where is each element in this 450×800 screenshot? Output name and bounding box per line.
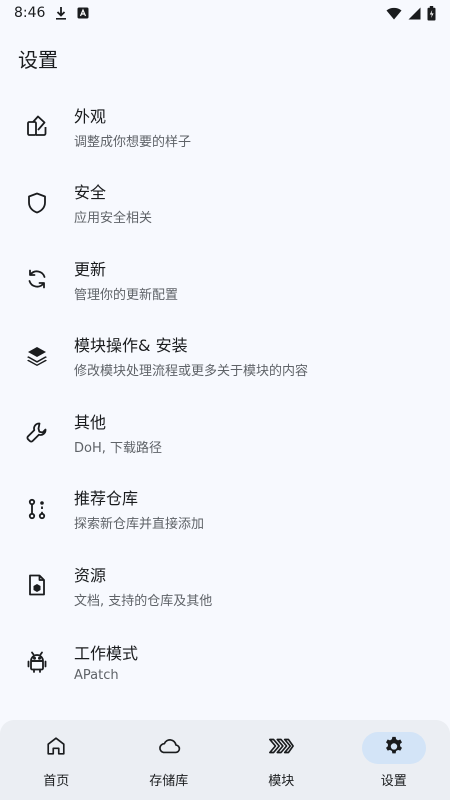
android-icon: [24, 649, 50, 675]
shield-icon: [24, 190, 50, 216]
download-icon: [55, 6, 67, 20]
setting-title: 推荐仓库: [74, 489, 139, 509]
setting-item-other[interactable]: 其他 DoH, 下载路径: [0, 394, 450, 471]
battery-icon: [427, 5, 436, 21]
setting-item-work-mode[interactable]: 工作模式 APatch: [0, 624, 450, 701]
wrench-icon: [24, 419, 50, 445]
setting-subtitle: APatch: [74, 668, 119, 684]
setting-title: 模块操作& 安装: [74, 336, 188, 356]
setting-item-updates[interactable]: 更新 管理你的更新配置: [0, 241, 450, 318]
modules-icon: [268, 735, 295, 761]
setting-item-recommended-repos[interactable]: 推荐仓库 探索新仓库并直接添加: [0, 471, 450, 548]
nav-label: 模块: [268, 774, 295, 789]
nav-item-home[interactable]: 首页: [6, 720, 106, 789]
setting-title: 其他: [74, 412, 107, 432]
setting-item-resources[interactable]: 资源 文档, 支持的仓库及其他: [0, 547, 450, 624]
bottom-navigation: 首页 存储库 模块 设置: [0, 720, 450, 800]
nav-icon-container: [137, 732, 201, 764]
setting-title: 工作模式: [74, 644, 139, 664]
document-icon: [24, 572, 50, 598]
page-title: 设置: [18, 48, 58, 72]
gear-icon: [383, 735, 405, 761]
notification-a-icon: [77, 7, 89, 19]
appearance-icon: [24, 113, 50, 139]
cloud-icon: [157, 735, 181, 761]
status-bar: 8:46: [0, 0, 450, 26]
setting-subtitle: 修改模块处理流程或更多关于模块的内容: [74, 364, 309, 380]
setting-subtitle: 文档, 支持的仓库及其他: [74, 593, 213, 609]
nav-label: 首页: [43, 774, 70, 789]
status-time: 8:46: [14, 5, 46, 21]
setting-subtitle: 调整成你想要的样子: [74, 134, 192, 150]
nav-item-repository[interactable]: 存储库: [119, 720, 219, 789]
setting-subtitle: 应用安全相关: [74, 211, 153, 227]
home-icon: [45, 735, 67, 761]
nav-icon-container: [24, 732, 88, 764]
layers-icon: [24, 343, 50, 369]
signal-icon: [408, 7, 421, 20]
nav-icon-container-active: [361, 732, 426, 764]
settings-list: 外观 调整成你想要的样子 安全 应用安全相关 更新 管理你的更新配置 模块操作&…: [0, 88, 450, 700]
setting-subtitle: 管理你的更新配置: [74, 287, 179, 303]
nav-icon-container: [249, 732, 313, 764]
setting-item-appearance[interactable]: 外观 调整成你想要的样子: [0, 88, 450, 165]
setting-subtitle: DoH, 下载路径: [74, 440, 163, 456]
nav-item-settings[interactable]: 设置: [344, 720, 444, 789]
repo-icon: [24, 496, 50, 522]
nav-label: 设置: [380, 774, 407, 789]
setting-title: 安全: [74, 183, 107, 203]
setting-title: 外观: [74, 106, 107, 126]
setting-title: 资源: [74, 565, 107, 585]
setting-item-security[interactable]: 安全 应用安全相关: [0, 165, 450, 242]
nav-item-modules[interactable]: 模块: [231, 720, 331, 789]
status-right: [386, 5, 436, 21]
status-left: 8:46: [14, 5, 89, 21]
wifi-icon: [386, 7, 402, 20]
sync-icon: [24, 266, 50, 292]
setting-title: 更新: [74, 259, 107, 279]
nav-label: 存储库: [149, 774, 189, 789]
setting-item-modules[interactable]: 模块操作& 安装 修改模块处理流程或更多关于模块的内容: [0, 318, 450, 395]
setting-subtitle: 探索新仓库并直接添加: [74, 517, 205, 533]
